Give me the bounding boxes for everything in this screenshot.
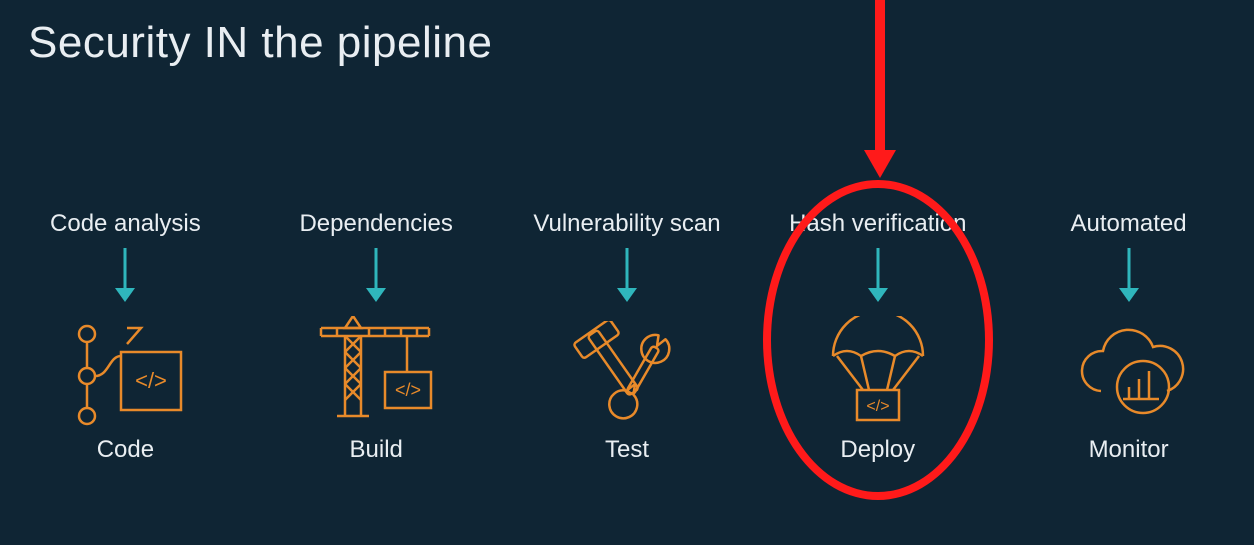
highlight-arrow-icon — [860, 0, 900, 180]
activity-label: Vulnerability scan — [533, 210, 720, 238]
stage-code: Code analysis </> Code — [5, 210, 245, 464]
crane-code-icon: </> — [311, 316, 441, 426]
teal-arrow-icon — [1117, 248, 1141, 302]
teal-arrow-icon — [866, 248, 890, 302]
stage-label: Code — [97, 436, 154, 464]
stage-label: Deploy — [840, 436, 915, 464]
code-graph-icon: </> — [65, 316, 185, 426]
activity-label: Hash verification — [789, 210, 966, 238]
stage-monitor: Automated Monitor — [1009, 210, 1249, 464]
stage-label: Test — [605, 436, 649, 464]
teal-arrow-icon — [615, 248, 639, 302]
activity-label: Automated — [1071, 210, 1187, 238]
pipeline-stages: Code analysis </> Code Dependencies — [0, 210, 1254, 464]
teal-arrow-icon — [364, 248, 388, 302]
parachute-code-icon: </> — [823, 316, 933, 426]
teal-arrow-icon — [113, 248, 137, 302]
stage-label: Monitor — [1089, 436, 1169, 464]
activity-label: Code analysis — [50, 210, 201, 238]
stage-test: Vulnerability scan Test — [507, 210, 747, 464]
stage-deploy: Hash verification </> Deploy — [758, 210, 998, 464]
cloud-chart-icon — [1069, 321, 1189, 421]
tools-icon — [572, 321, 682, 421]
stage-label: Build — [350, 436, 403, 464]
activity-label: Dependencies — [299, 210, 452, 238]
svg-text:</>: </> — [866, 398, 889, 415]
stage-build: Dependencies — [256, 210, 496, 464]
svg-text:</>: </> — [135, 368, 167, 393]
slide-title: Security IN the pipeline — [28, 18, 492, 68]
svg-text:</>: </> — [395, 380, 421, 400]
